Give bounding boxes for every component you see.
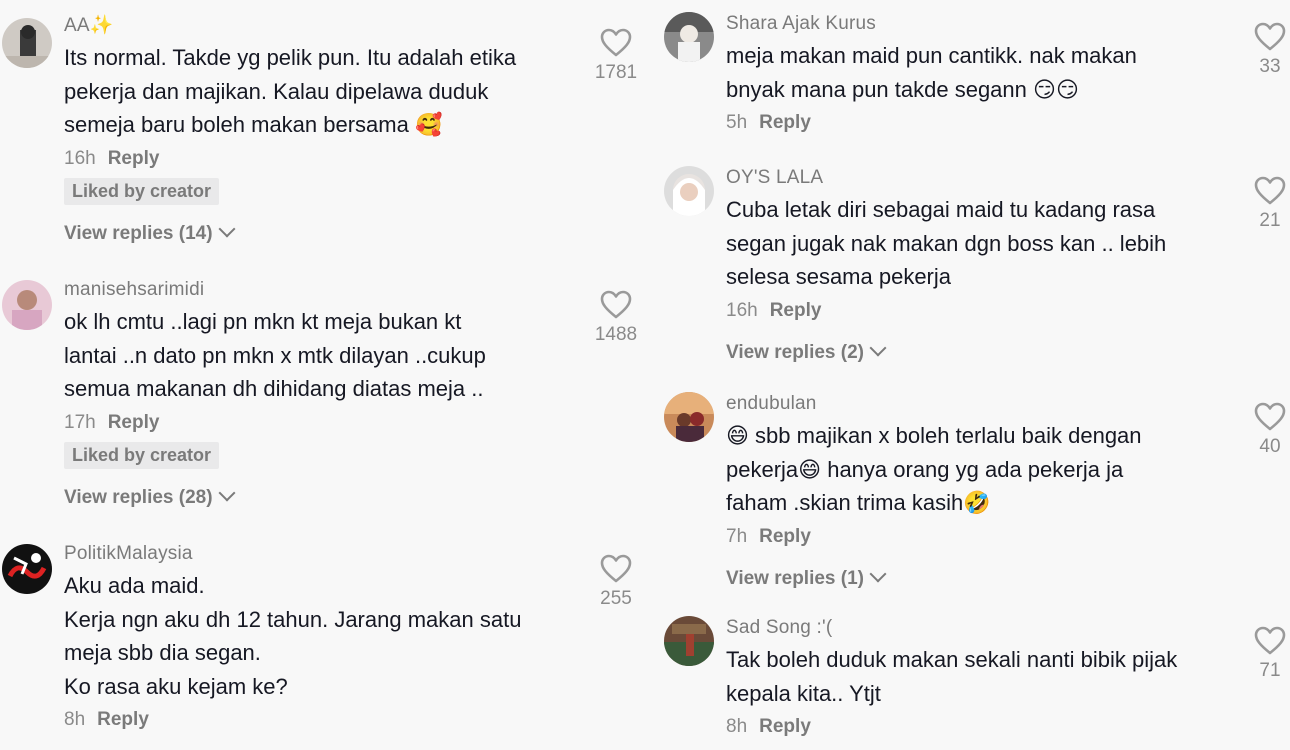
grin-emoji-icon: 😄 bbox=[726, 423, 749, 448]
like-count: 1781 bbox=[594, 62, 638, 83]
like-button[interactable]: 255 bbox=[586, 554, 646, 610]
chevron-down-icon bbox=[869, 339, 887, 356]
avatar[interactable] bbox=[664, 12, 714, 62]
view-replies-button[interactable]: View replies (14) bbox=[64, 220, 545, 245]
like-button[interactable]: 21 bbox=[1240, 176, 1290, 232]
heart-outline-icon bbox=[600, 290, 632, 319]
smirk-emoji-icon: 😏😏 bbox=[1033, 76, 1079, 102]
comment-username[interactable]: OY'S LALA bbox=[726, 166, 1190, 190]
like-button[interactable]: 40 bbox=[1240, 402, 1290, 458]
comment-meta: 5h Reply bbox=[726, 110, 1190, 136]
chevron-down-icon bbox=[218, 220, 236, 237]
comment-username[interactable]: endubulan bbox=[726, 392, 1190, 416]
reply-button[interactable]: Reply bbox=[108, 412, 160, 433]
like-button[interactable]: 1781 bbox=[586, 28, 646, 84]
reply-button[interactable]: Reply bbox=[97, 709, 149, 730]
heart-outline-icon bbox=[1254, 176, 1286, 205]
avatar[interactable] bbox=[2, 280, 52, 330]
heart-outline-icon bbox=[600, 554, 632, 583]
comment-text: Tak boleh duduk makan sekali nanti bibik… bbox=[726, 647, 1178, 706]
reply-button[interactable]: Reply bbox=[759, 526, 811, 547]
heart-outline-icon bbox=[1254, 22, 1286, 51]
comment-meta: 16h Reply bbox=[64, 146, 545, 172]
heart-outline-icon bbox=[1254, 626, 1286, 655]
comment-time: 8h bbox=[64, 709, 86, 730]
comment-username[interactable]: Shara Ajak Kurus bbox=[726, 12, 1190, 36]
reply-button[interactable]: Reply bbox=[759, 716, 811, 737]
like-count: 21 bbox=[1259, 210, 1281, 231]
heart-outline-icon bbox=[1254, 402, 1286, 431]
view-replies-button[interactable]: View replies (2) bbox=[726, 339, 1190, 364]
comment-username[interactable]: AA✨ bbox=[64, 14, 545, 38]
like-button[interactable]: 1488 bbox=[586, 290, 646, 346]
comment-text: Aku ada maid. Kerja ngn aku dh 12 tahun.… bbox=[64, 573, 522, 699]
heart-outline-icon bbox=[600, 28, 632, 57]
avatar[interactable] bbox=[2, 18, 52, 68]
avatar[interactable] bbox=[664, 616, 714, 666]
reply-button[interactable]: Reply bbox=[108, 148, 160, 169]
comment-username[interactable]: Sad Song :'( bbox=[726, 616, 1190, 640]
comment-time: 17h bbox=[64, 411, 96, 433]
comment-meta: 16h Reply bbox=[726, 298, 1190, 324]
like-count: 255 bbox=[600, 588, 632, 609]
avatar[interactable] bbox=[664, 166, 714, 216]
comment-time: 16h bbox=[64, 147, 96, 169]
comment-text: 😄 sbb majikan x boleh terlalu baik denga… bbox=[726, 423, 1142, 515]
comment-text: ok lh cmtu ..lagi pn mkn kt meja bukan k… bbox=[64, 309, 486, 401]
comment-text: Cuba letak diri sebagai maid tu kadang r… bbox=[726, 197, 1167, 289]
comment-username[interactable]: manisehsarimidi bbox=[64, 278, 545, 302]
chevron-down-icon bbox=[218, 484, 236, 501]
liked-by-creator-badge: Liked by creator bbox=[64, 177, 220, 205]
liked-by-creator-badge: Liked by creator bbox=[64, 441, 220, 469]
comment-meta: 7h Reply bbox=[726, 524, 1190, 550]
view-replies-button[interactable]: View replies (1) bbox=[726, 565, 1190, 590]
view-replies-button[interactable]: View replies (28) bbox=[64, 484, 545, 509]
comment-text: Its normal. Takde yg pelik pun. Itu adal… bbox=[64, 45, 517, 137]
reply-button[interactable]: Reply bbox=[759, 112, 811, 133]
chevron-down-icon bbox=[869, 565, 887, 582]
comment-meta: 8h Reply bbox=[726, 714, 1190, 740]
comment-time: 16h bbox=[726, 299, 758, 321]
reply-button[interactable]: Reply bbox=[770, 300, 822, 321]
comment-meta: 8h Reply bbox=[64, 707, 545, 733]
comment-time: 5h bbox=[726, 112, 748, 133]
like-button[interactable]: 33 bbox=[1240, 22, 1290, 78]
comment-meta: 17h Reply bbox=[64, 410, 545, 436]
comment-username[interactable]: PolitikMalaysia bbox=[64, 542, 545, 566]
like-count: 1488 bbox=[594, 324, 638, 345]
like-count: 40 bbox=[1259, 436, 1281, 457]
comment-time: 8h bbox=[726, 716, 748, 737]
smiling-hearts-emoji-icon: 🥰 bbox=[414, 112, 443, 137]
sparkles-icon: ✨ bbox=[89, 15, 114, 36]
comment-time: 7h bbox=[726, 525, 748, 547]
avatar[interactable] bbox=[664, 392, 714, 442]
like-button[interactable]: 71 bbox=[1240, 626, 1290, 682]
avatar[interactable] bbox=[2, 544, 52, 594]
like-count: 33 bbox=[1259, 56, 1281, 77]
comment-text: meja makan maid pun cantikk. nak makan b… bbox=[726, 43, 1137, 102]
like-count: 71 bbox=[1259, 660, 1281, 681]
